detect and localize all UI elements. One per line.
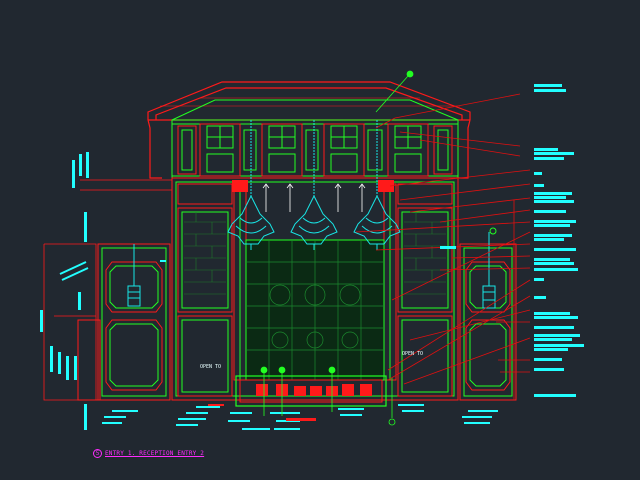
left-screen-label: OPEN TO [200, 364, 221, 370]
caption-number-badge: 5 [93, 449, 102, 458]
elevation-drawing: OPEN TO OPEN TO [40, 70, 584, 430]
central-doorway [245, 239, 385, 381]
pendant-light-left [127, 244, 141, 307]
caption-title: ENTRY 1. RECEPTION ENTRY 2 [105, 449, 205, 457]
callout-labels-right [534, 84, 584, 397]
upper-frieze [171, 99, 459, 179]
reception-counter [235, 375, 387, 407]
pendant-light-right [482, 227, 497, 309]
left-wing [77, 243, 171, 401]
drawing-caption: 5 ENTRY 1. RECEPTION ENTRY 2 [93, 449, 204, 458]
right-screen-label: OPEN TO [402, 351, 423, 357]
upper-window-row [177, 123, 453, 177]
chandelier-center [290, 120, 338, 250]
bottom-labels [102, 404, 498, 430]
